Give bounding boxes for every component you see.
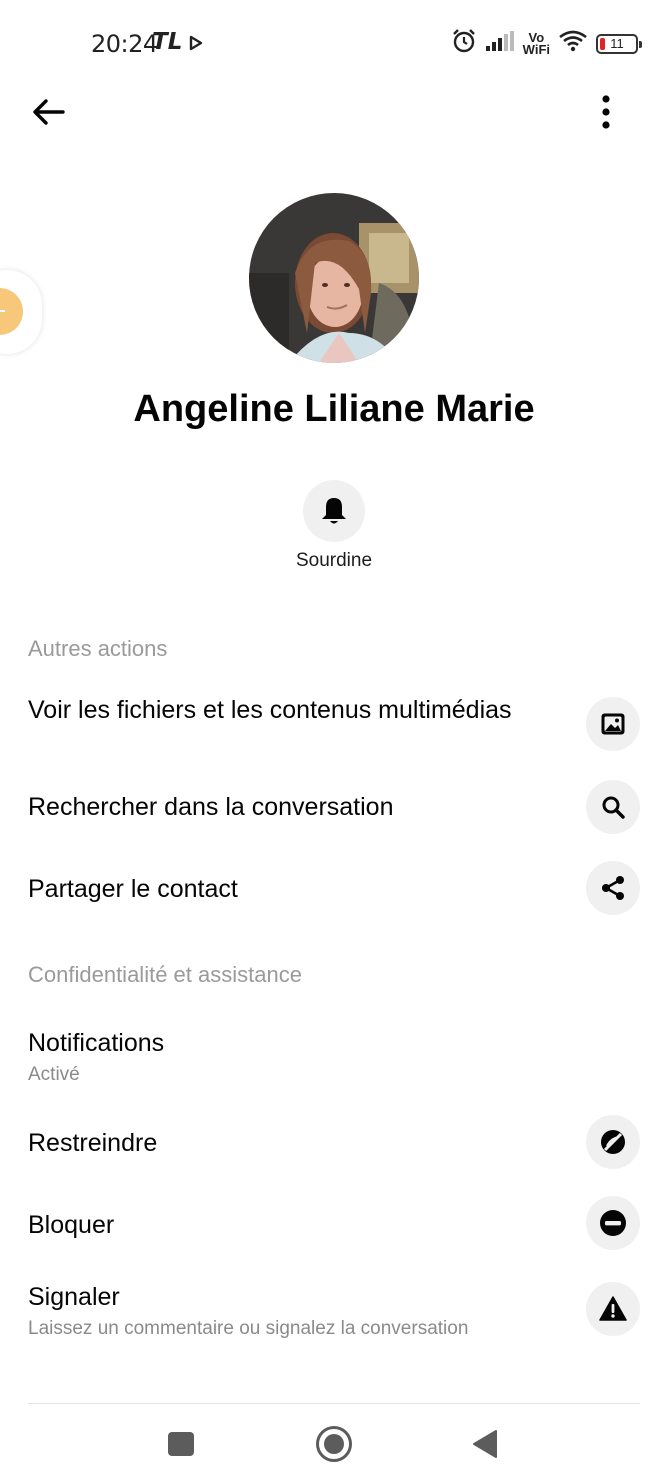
- status-bar: 20:24 TL Vo WiFi 11: [0, 0, 668, 88]
- home-button[interactable]: [316, 1426, 352, 1462]
- row-block-label: Bloquer: [28, 1211, 115, 1239]
- row-share-contact[interactable]: Partager le contact: [0, 861, 668, 915]
- battery-icon: 11: [596, 33, 642, 54]
- vowifi-indicator: Vo WiFi: [522, 31, 550, 57]
- system-back-button[interactable]: [472, 1429, 498, 1464]
- section-title-privacy: Confidentialité et assistance: [28, 962, 302, 987]
- search-icon: [586, 780, 640, 834]
- restrict-icon: [586, 1115, 640, 1169]
- battery-level: 11: [610, 36, 624, 51]
- row-search-label: Rechercher dans la conversation: [28, 793, 394, 821]
- section-title-other-actions: Autres actions: [28, 636, 168, 661]
- mute-button[interactable]: [303, 480, 365, 542]
- block-icon: [586, 1196, 640, 1250]
- row-search-conversation[interactable]: Rechercher dans la conversation: [0, 780, 668, 834]
- carrier-badge: TL: [152, 29, 183, 55]
- system-nav-bar: [0, 1405, 668, 1484]
- share-icon: [586, 861, 640, 915]
- row-report-label: Signaler: [28, 1283, 120, 1311]
- profile-name: Angeline Liliane Marie: [133, 388, 535, 430]
- more-vertical-icon: [602, 95, 610, 129]
- row-block[interactable]: Bloquer: [0, 1196, 668, 1250]
- row-view-media[interactable]: Voir les fichiers et les contenus multim…: [0, 690, 668, 764]
- chat-head-bubble[interactable]: [0, 270, 42, 354]
- arrow-left-icon: [33, 99, 65, 125]
- row-share-label: Partager le contact: [28, 875, 238, 903]
- wifi-icon: [558, 29, 588, 58]
- mute-label: Sourdine: [295, 550, 373, 571]
- row-report-description: Laissez un commentaire ou signalez la co…: [28, 1318, 469, 1339]
- profile-avatar[interactable]: [249, 193, 419, 363]
- divider: [28, 1403, 640, 1404]
- warning-icon: [586, 1282, 640, 1336]
- bell-icon: [322, 498, 346, 524]
- more-options-button[interactable]: [586, 92, 626, 132]
- image-icon: [586, 697, 640, 751]
- row-report[interactable]: Signaler Laissez un commentaire ou signa…: [0, 1280, 668, 1348]
- row-notifications-status: Activé: [28, 1064, 80, 1085]
- row-restrict-label: Restreindre: [28, 1129, 158, 1157]
- row-restrict[interactable]: Restreindre: [0, 1115, 668, 1169]
- signal-icon: [485, 30, 515, 57]
- row-view-media-label: Voir les fichiers et les contenus multim…: [28, 696, 512, 724]
- row-notifications[interactable]: Notifications Activé: [0, 1024, 668, 1090]
- row-notifications-label: Notifications: [28, 1029, 165, 1057]
- back-button[interactable]: [28, 92, 68, 132]
- status-icons: Vo WiFi 11: [451, 28, 642, 59]
- vowifi-bottom: WiFi: [522, 41, 550, 57]
- play-icon: [189, 35, 203, 56]
- alarm-icon: [451, 28, 477, 59]
- recent-apps-button[interactable]: [168, 1432, 194, 1456]
- status-time: 20:24: [91, 30, 158, 58]
